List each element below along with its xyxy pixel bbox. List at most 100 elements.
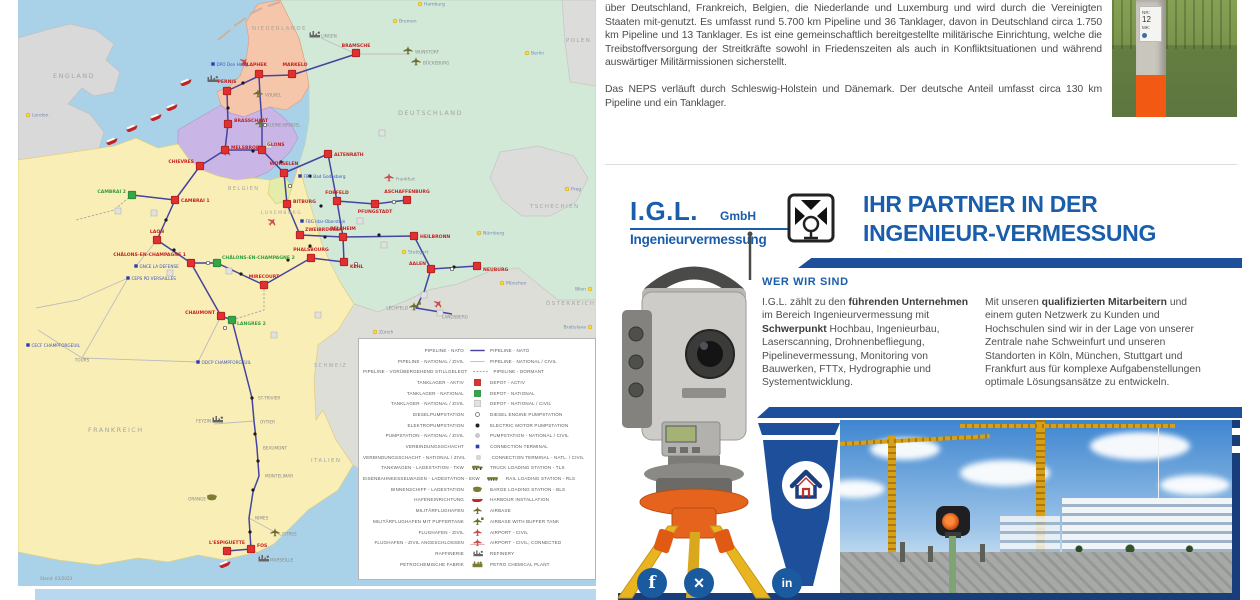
site-label: ST-TRIVIER [258, 396, 280, 401]
depot-marker [228, 316, 236, 324]
legend-symbol [467, 506, 487, 515]
legend-symbol [467, 517, 487, 526]
depot-label: BRASSCHAAT [234, 118, 269, 124]
site-label: BEAUMONT [263, 446, 287, 451]
legend-row: FLUGHAFEN - ZIVIL ANGESCHLOSSENAIRPORT -… [363, 537, 591, 548]
city-label: Bremen [399, 19, 417, 25]
article-paragraph-1: über Deutschland, Frankreich, Belgien, d… [605, 2, 1102, 70]
facebook-icon[interactable]: f [637, 568, 667, 598]
depot-marker [171, 196, 179, 204]
city-label: Stuttgart [408, 250, 428, 256]
depot-marker [260, 281, 268, 289]
site-label: FEYZIN [196, 419, 211, 424]
depot-label: GLONS [267, 142, 285, 148]
country-label: POLEN [566, 38, 591, 44]
depot-marker [128, 191, 136, 199]
legend-row: VERBINDUNGSSCHACHTCONNECTION TERMINAL [363, 441, 591, 452]
site-label: MONTELIMAR [265, 474, 293, 479]
connection-terminal-marker [196, 360, 199, 363]
city-marker [373, 330, 377, 334]
depot-marker [217, 312, 225, 320]
article-text: über Deutschland, Frankreich, Belgien, d… [605, 2, 1102, 123]
depot-civil-marker [271, 332, 277, 338]
legend-row: TANKWAGEN - LADESTATION - TKWTRUCK LOADI… [363, 463, 591, 474]
section-divider [605, 164, 1237, 165]
city-marker [525, 51, 529, 55]
legend-symbol [467, 549, 487, 558]
site-label: VOLKEL [265, 93, 282, 98]
depot-marker [223, 87, 231, 95]
country-label: ITALIEN [311, 458, 341, 464]
xing-icon[interactable]: × [684, 568, 714, 598]
depot-marker [307, 254, 315, 262]
depot-civil-marker [357, 218, 363, 224]
electric-pumpstation-marker [377, 233, 380, 236]
connection-terminal-marker [126, 276, 129, 279]
marker-post-orange-band [1136, 75, 1166, 117]
legend-symbol [467, 485, 487, 494]
legend-row: MILITÄRFLUGHAFENAIRBASE [363, 505, 591, 516]
mid-divider-bar [757, 407, 1242, 418]
legend-symbol [467, 528, 487, 537]
legend-row: PIPELINE - NATOPIPELINE - NATO [363, 345, 591, 356]
connection-terminal-marker [211, 62, 214, 65]
depot-civil-marker [315, 312, 321, 318]
facility-label: ODCP CHAMPFORGEUIL [202, 360, 252, 365]
legend-symbol [467, 495, 487, 504]
depot-label: MIRECOURT [249, 274, 280, 280]
electric-pumpstation-marker [250, 396, 253, 399]
marker-post-label: NR: 12 MK: [1139, 6, 1162, 42]
legend-symbol [467, 421, 487, 430]
legend-row: PETROCHEMISCHE FABRIKPETRO CHEMICAL PLAN… [363, 559, 591, 570]
crane-mast-1 [888, 436, 896, 560]
depot-marker [280, 169, 288, 177]
legend-symbol [467, 463, 487, 472]
depot-civil-marker [151, 210, 157, 216]
depot-marker [288, 70, 296, 78]
depot-marker [371, 200, 379, 208]
igl-logo-suffix: GmbH [720, 209, 756, 223]
ribbon-banner [750, 419, 850, 599]
country-label: SCHWEIZ [314, 363, 347, 369]
depot-marker [187, 259, 195, 267]
city-marker [418, 2, 422, 6]
city-label: Wien [575, 287, 586, 293]
connection-terminal-marker [26, 343, 29, 346]
site-label: ORANGE [188, 497, 206, 502]
home-button[interactable] [782, 461, 830, 509]
depot-civil-marker [381, 242, 387, 248]
linkedin-icon[interactable]: in [772, 568, 802, 598]
depot-marker [255, 70, 263, 78]
depot-label: PFUNGSTADT [358, 209, 393, 215]
legend-row: PIPELINE - VORÜBERGEHEND STILLGELEGTPIPE… [363, 366, 591, 377]
site-label: MARSEILLE [270, 558, 294, 563]
depot-civil-marker [115, 208, 121, 214]
article-paragraph-2: Das NEPS verläuft durch Schleswig-Holste… [605, 83, 1102, 110]
depot-label: BELLHEIM [330, 226, 356, 232]
site-label: LINGEN [321, 34, 337, 39]
site-label: ISTRES [282, 532, 297, 537]
depot-marker [410, 232, 418, 240]
igl-logo-name: I.G.L. [630, 196, 698, 227]
country-label: BELGIEN [228, 186, 259, 192]
marker-post: NR: 12 MK: [1136, 0, 1166, 117]
depot-civil-marker [421, 292, 427, 298]
diesel-pumpstation-marker [450, 267, 453, 270]
crane-jib-2 [960, 424, 1175, 428]
site-label: TOURS [74, 358, 90, 363]
site-label: LANDSBERG [442, 315, 468, 320]
depot-marker [196, 162, 204, 170]
depot-label: PHALSBOURG [293, 247, 329, 253]
legend-row: RAFFINERIEREFINERY [363, 548, 591, 559]
legend-row: EISENBAHNKESSELWAGEN - LADESTATION - EKW… [363, 473, 591, 484]
depot-label: CHÂLONS-EN-CHAMPAGNE 1 [113, 251, 186, 258]
ad-headline-line2: INGENIEUR-VERMESSUNG [863, 219, 1243, 248]
facility-label: FBG Bad Godesberg [304, 174, 346, 179]
facility-label: FBG Idar-Oberstein [306, 219, 346, 224]
electric-pumpstation-marker [256, 459, 259, 462]
legend-row: DIESELPUMPSTATIONDIESEL ENGINE PUMPSTATI… [363, 409, 591, 420]
city-marker [26, 113, 30, 117]
marker-nr-value: 12 [1142, 15, 1151, 24]
legend-row: HAFENEINRICHTUNGHARBOUR INSTALLATION [363, 495, 591, 506]
facility-label: CECF CHAMPFORGEUIL [32, 343, 81, 348]
